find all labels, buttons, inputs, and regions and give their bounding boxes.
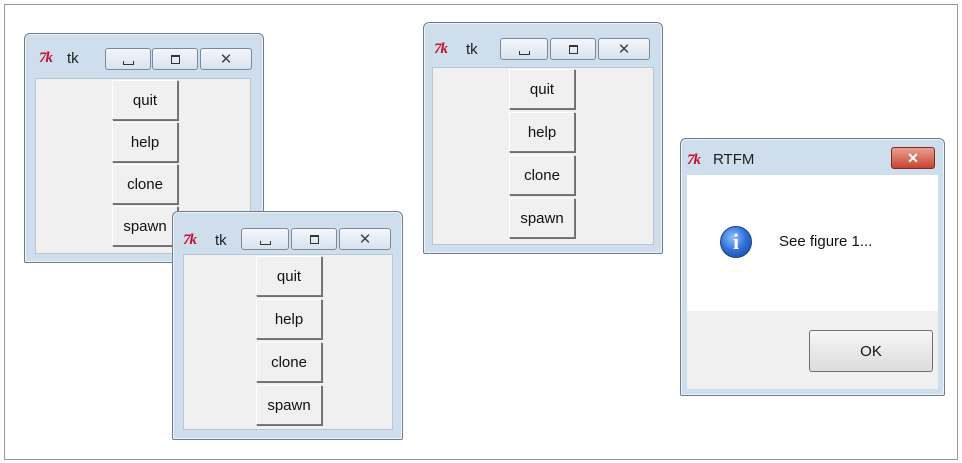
dialog-message: See figure 1... <box>779 233 873 250</box>
window-title: tk <box>67 50 79 67</box>
maximize-button[interactable] <box>291 228 337 250</box>
dialog-body: i See figure 1... OK <box>687 175 938 389</box>
window-title: tk <box>466 41 478 58</box>
minimize-button[interactable] <box>105 48 151 70</box>
help-button[interactable]: help <box>509 112 575 152</box>
tk-logo-icon: 7k <box>434 41 448 57</box>
close-button[interactable]: ✕ <box>891 147 935 169</box>
minimize-button[interactable] <box>500 38 548 60</box>
close-icon: ✕ <box>358 230 372 248</box>
close-icon: ✕ <box>907 149 919 166</box>
maximize-icon <box>309 234 319 244</box>
minimize-icon <box>122 60 134 65</box>
maximize-icon <box>170 54 180 64</box>
maximize-button[interactable] <box>550 38 596 60</box>
ok-button[interactable]: OK <box>809 330 933 372</box>
tk-window-2: 7k tk ✕ quit help clone spawn <box>172 211 403 440</box>
window-title: tk <box>215 232 227 249</box>
maximize-icon <box>568 44 578 54</box>
clone-button[interactable]: clone <box>256 342 322 382</box>
spawn-button[interactable]: spawn <box>256 385 322 425</box>
help-button[interactable]: help <box>256 299 322 339</box>
close-button[interactable]: ✕ <box>339 228 391 250</box>
window-client: quit help clone spawn <box>432 67 654 245</box>
dialog-title: RTFM <box>713 151 755 168</box>
tk-logo-icon: 7k <box>39 50 53 66</box>
quit-button[interactable]: quit <box>509 69 575 109</box>
tk-logo-icon: 7k <box>183 232 197 248</box>
minimize-button[interactable] <box>241 228 289 250</box>
clone-button[interactable]: clone <box>509 155 575 195</box>
clone-button[interactable]: clone <box>112 164 178 204</box>
spawn-button[interactable]: spawn <box>509 198 575 238</box>
info-icon: i <box>720 226 752 258</box>
tk-logo-icon: 7k <box>687 152 701 168</box>
help-button[interactable]: help <box>112 122 178 162</box>
window-client: quit help clone spawn <box>183 254 393 430</box>
close-button[interactable]: ✕ <box>598 38 650 60</box>
close-icon: ✕ <box>219 50 233 68</box>
tk-window-3: 7k tk ✕ quit help clone spawn <box>423 22 663 254</box>
maximize-button[interactable] <box>152 48 198 70</box>
quit-button[interactable]: quit <box>112 80 178 120</box>
close-icon: ✕ <box>617 40 631 58</box>
minimize-icon <box>518 50 530 55</box>
quit-button[interactable]: quit <box>256 256 322 296</box>
minimize-icon <box>259 240 271 245</box>
spawn-button[interactable]: spawn <box>112 206 178 246</box>
close-button[interactable]: ✕ <box>200 48 252 70</box>
rtfm-dialog: 7k RTFM ✕ i See figure 1... OK <box>680 138 945 396</box>
